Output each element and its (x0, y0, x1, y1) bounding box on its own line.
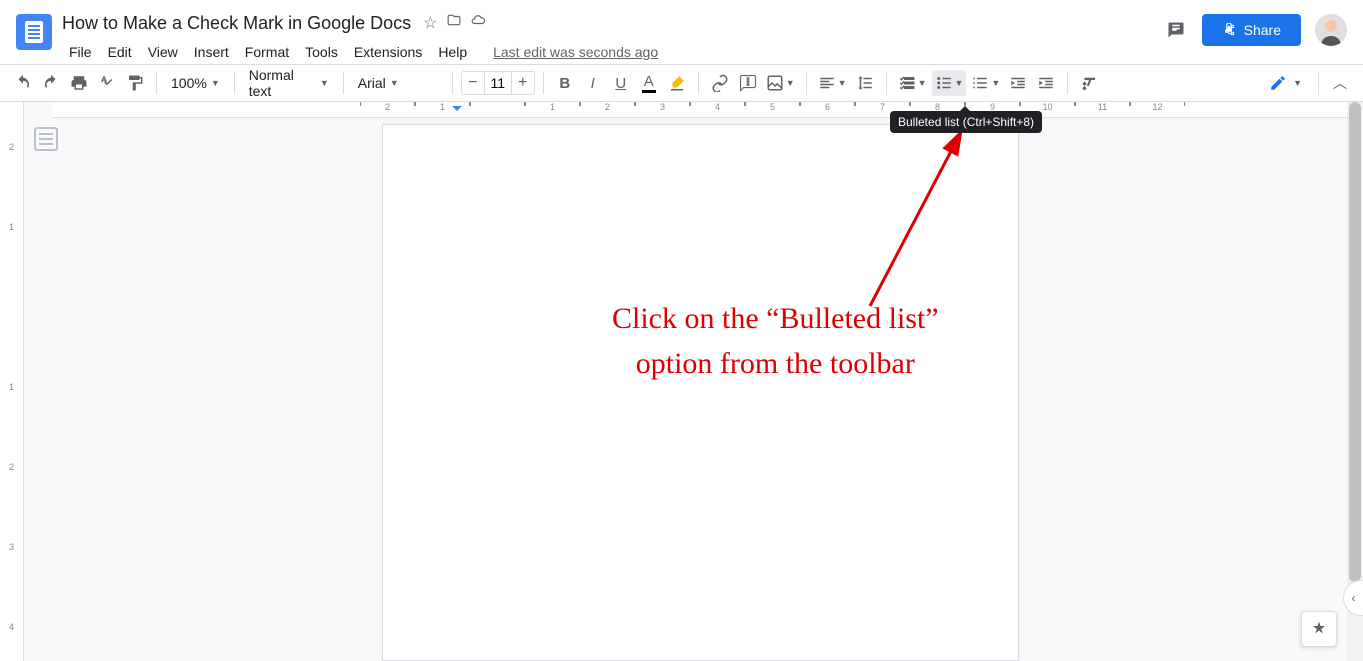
docs-logo-icon[interactable] (16, 14, 52, 50)
document-page[interactable] (382, 124, 1019, 661)
bulleted-list-button[interactable]: ▼ (932, 70, 967, 96)
explore-button[interactable] (1301, 611, 1337, 647)
annotation-text: Click on the “Bulleted list” option from… (612, 296, 939, 386)
font-size-decrease[interactable]: − (462, 74, 484, 92)
vertical-scrollbar[interactable] (1347, 102, 1363, 661)
image-button[interactable]: ▼ (763, 70, 798, 96)
menu-insert[interactable]: Insert (187, 40, 236, 64)
star-icon[interactable]: ☆ (423, 13, 437, 33)
font-size-group: − + (461, 71, 535, 95)
horizontal-ruler[interactable]: 21123456789101112 (52, 102, 1363, 118)
title-area: How to Make a Check Mark in Google Docs … (62, 10, 1164, 64)
underline-button[interactable]: U (608, 70, 634, 96)
menu-help[interactable]: Help (431, 40, 474, 64)
toolbar: 100%▼ Normal text▼ Arial▼ − + B I U A ▼ … (0, 64, 1363, 102)
align-button[interactable]: ▼ (815, 70, 850, 96)
account-avatar[interactable] (1315, 14, 1347, 46)
clear-format-button[interactable] (1076, 70, 1102, 96)
menubar: File Edit View Insert Format Tools Exten… (62, 40, 1164, 64)
highlight-button[interactable] (664, 70, 690, 96)
titlebar: How to Make a Check Mark in Google Docs … (0, 0, 1363, 64)
bulleted-list-tooltip: Bulleted list (Ctrl+Shift+8) (890, 111, 1042, 133)
vertical-ruler[interactable]: 211234 (0, 102, 24, 661)
spellcheck-button[interactable] (94, 70, 120, 96)
indent-marker-icon[interactable] (452, 106, 462, 116)
move-icon[interactable] (447, 13, 461, 33)
print-button[interactable] (66, 70, 92, 96)
indent-increase-button[interactable] (1033, 70, 1059, 96)
zoom-dropdown[interactable]: 100%▼ (165, 70, 226, 96)
line-spacing-button[interactable] (852, 70, 878, 96)
font-size-input[interactable] (484, 72, 512, 94)
checklist-button[interactable]: ▼ (895, 70, 930, 96)
italic-button[interactable]: I (580, 70, 606, 96)
document-title[interactable]: How to Make a Check Mark in Google Docs (62, 13, 411, 34)
numbered-list-button[interactable]: ▼ (968, 70, 1003, 96)
comment-button[interactable] (735, 70, 761, 96)
menu-format[interactable]: Format (238, 40, 296, 64)
comments-icon[interactable] (1164, 18, 1188, 42)
text-color-button[interactable]: A (636, 70, 662, 96)
share-label: Share (1244, 22, 1281, 38)
menu-extensions[interactable]: Extensions (347, 40, 429, 64)
menu-edit[interactable]: Edit (101, 40, 139, 64)
link-button[interactable] (707, 70, 733, 96)
last-edit-link[interactable]: Last edit was seconds ago (486, 40, 665, 64)
font-dropdown[interactable]: Arial▼ (352, 70, 444, 96)
collapse-toolbar-button[interactable]: ︿ (1327, 70, 1353, 96)
bold-button[interactable]: B (552, 70, 578, 96)
share-button[interactable]: Share (1202, 14, 1301, 46)
menu-file[interactable]: File (62, 40, 99, 64)
redo-button[interactable] (38, 70, 64, 96)
undo-button[interactable] (10, 70, 36, 96)
style-dropdown[interactable]: Normal text▼ (243, 70, 335, 96)
editing-mode-dropdown[interactable]: ▼ (1261, 74, 1310, 92)
cloud-status-icon[interactable] (471, 13, 485, 33)
font-size-increase[interactable]: + (512, 74, 534, 92)
indent-decrease-button[interactable] (1005, 70, 1031, 96)
menu-tools[interactable]: Tools (298, 40, 345, 64)
menu-view[interactable]: View (141, 40, 185, 64)
paint-format-button[interactable] (122, 70, 148, 96)
